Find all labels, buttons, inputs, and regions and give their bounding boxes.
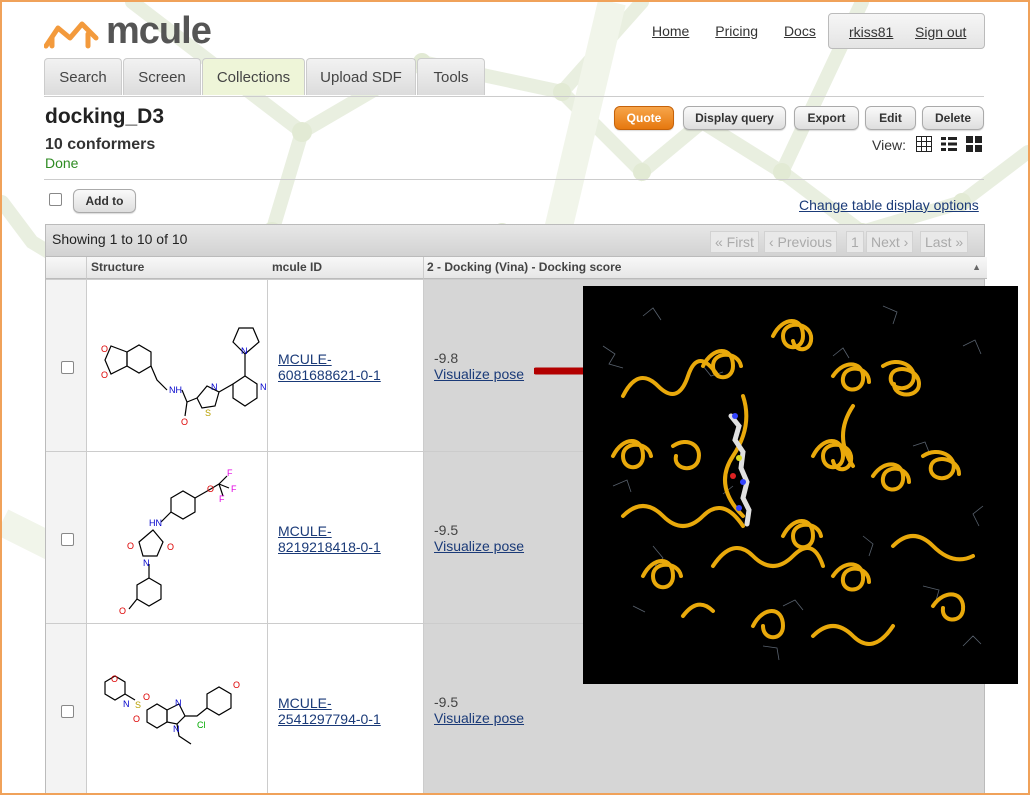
delete-button[interactable]: Delete (922, 106, 984, 130)
display-query-button[interactable]: Display query (683, 106, 786, 130)
table-header-bar: Showing 1 to 10 of 10 « First ‹ Previous… (46, 225, 984, 257)
svg-text:O: O (207, 484, 214, 494)
molecule-structure-image: O O NH O N S N N (101, 327, 267, 427)
docking-score-value: -9.8 (434, 350, 459, 366)
svg-text:O: O (101, 344, 108, 354)
conformer-count: 10 conformers (45, 136, 156, 153)
svg-text:O: O (143, 692, 150, 702)
svg-text:F: F (219, 494, 225, 504)
svg-text:O: O (127, 541, 134, 551)
mcule-id-prefix: MCULE- (278, 695, 332, 711)
mcule-id-number: 8219218418-0-1 (278, 539, 381, 555)
sort-arrow-icon: ▲ (972, 262, 981, 272)
visualize-pose-link[interactable]: Visualize pose (434, 538, 524, 554)
grid-view-icon[interactable] (916, 136, 932, 152)
molecule-structure-image: HNO FF FO NO O (119, 468, 237, 616)
mcule-id-number: 6081688621-0-1 (278, 367, 381, 383)
tab-upload-sdf[interactable]: Upload SDF (306, 58, 416, 95)
docking-score-header-label: 2 - Docking (Vina) - Docking score (427, 260, 622, 274)
visualize-pose-link[interactable]: Visualize pose (434, 710, 524, 726)
tabs-divider (44, 96, 984, 97)
add-to-button[interactable]: Add to (73, 189, 136, 213)
quote-button[interactable]: Quote (614, 106, 674, 130)
signout-link[interactable]: Sign out (915, 24, 966, 40)
column-mcule-id[interactable]: mcule ID (268, 257, 424, 279)
nav-docs-link[interactable]: Docs (784, 23, 816, 39)
username-link[interactable]: rkiss81 (849, 24, 893, 40)
page-frame: mcule Home Pricing Docs rkiss81 Sign out… (0, 0, 1030, 795)
list-view-icon[interactable] (941, 136, 957, 152)
top-navigation: Home Pricing Docs (652, 23, 838, 39)
svg-text:NH: NH (169, 385, 182, 395)
molecule-structure-image: ON SO ON N Cl O (104, 674, 240, 745)
svg-text:HN: HN (149, 518, 162, 528)
mcule-id-link[interactable]: MCULE- 8219218418-0-1 (278, 523, 381, 555)
svg-text:O: O (133, 714, 140, 724)
column-docking-score[interactable]: 2 - Docking (Vina) - Docking score ▲ (424, 257, 987, 279)
svg-text:N: N (173, 724, 180, 734)
pager-last[interactable]: Last » (920, 231, 969, 253)
nav-pricing-link[interactable]: Pricing (715, 23, 758, 39)
nav-home-link[interactable]: Home (652, 23, 689, 39)
docking-score-value: -9.5 (434, 522, 459, 538)
svg-text:F: F (231, 484, 237, 494)
row-checkbox[interactable] (61, 705, 74, 718)
tab-tools[interactable]: Tools (417, 58, 485, 95)
svg-text:N: N (211, 382, 218, 392)
mcule-id-link[interactable]: MCULE- 2541297794-0-1 (278, 695, 381, 727)
select-all-checkbox[interactable] (49, 193, 62, 206)
pager-page[interactable]: 1 (846, 231, 864, 253)
mcule-id-number: 2541297794-0-1 (278, 711, 381, 727)
showing-count: Showing 1 to 10 of 10 (52, 231, 188, 247)
mcule-id-prefix: MCULE- (278, 523, 332, 539)
tab-collections[interactable]: Collections (202, 58, 305, 95)
tab-search[interactable]: Search (44, 58, 122, 95)
svg-text:N: N (260, 382, 267, 392)
structure-cell: O O NH O N S N N (87, 280, 268, 451)
svg-text:N: N (241, 346, 248, 356)
pager-next[interactable]: Next › (866, 231, 914, 253)
svg-text:O: O (101, 370, 108, 380)
visualize-pose-link[interactable]: Visualize pose (434, 366, 524, 382)
docking-score-value: -9.5 (434, 694, 459, 710)
column-select (46, 257, 87, 279)
svg-text:S: S (205, 408, 211, 418)
structure-cell: ON SO ON N Cl O (87, 624, 268, 793)
column-structure[interactable]: Structure (87, 257, 272, 279)
svg-text:O: O (119, 606, 126, 616)
logo-house-icon (44, 21, 99, 49)
svg-text:O: O (111, 674, 118, 684)
mcule-id-link[interactable]: MCULE- 6081688621-0-1 (278, 351, 381, 383)
brand-name: mcule (106, 10, 212, 52)
row-checkbox[interactable] (61, 533, 74, 546)
svg-text:O: O (167, 542, 174, 552)
svg-text:O: O (233, 680, 240, 690)
docking-pose-render[interactable] (583, 286, 1018, 684)
header-divider (44, 179, 984, 180)
row-checkbox[interactable] (61, 361, 74, 374)
svg-text:N: N (175, 698, 182, 708)
svg-text:F: F (227, 468, 233, 478)
view-label: View: (872, 137, 906, 153)
tile-view-icon[interactable] (966, 136, 982, 152)
export-button[interactable]: Export (794, 106, 859, 130)
mcule-id-prefix: MCULE- (278, 351, 332, 367)
tab-screen[interactable]: Screen (123, 58, 201, 95)
user-box: rkiss81 Sign out (828, 13, 985, 49)
status-text: Done (45, 155, 79, 171)
svg-text:Cl: Cl (197, 720, 206, 730)
svg-text:N: N (123, 699, 130, 709)
collection-title: docking_D3 (45, 105, 165, 128)
svg-text:O: O (181, 417, 188, 427)
edit-button[interactable]: Edit (865, 106, 916, 130)
protein-ribbon-image (602, 305, 984, 661)
change-table-options-link[interactable]: Change table display options (799, 197, 979, 213)
svg-text:N: N (143, 558, 150, 568)
structure-cell: HN O FF FO NO O (87, 452, 268, 623)
pager-previous[interactable]: ‹ Previous (764, 231, 838, 253)
pager-first[interactable]: « First (710, 231, 759, 253)
svg-text:S: S (135, 700, 141, 710)
